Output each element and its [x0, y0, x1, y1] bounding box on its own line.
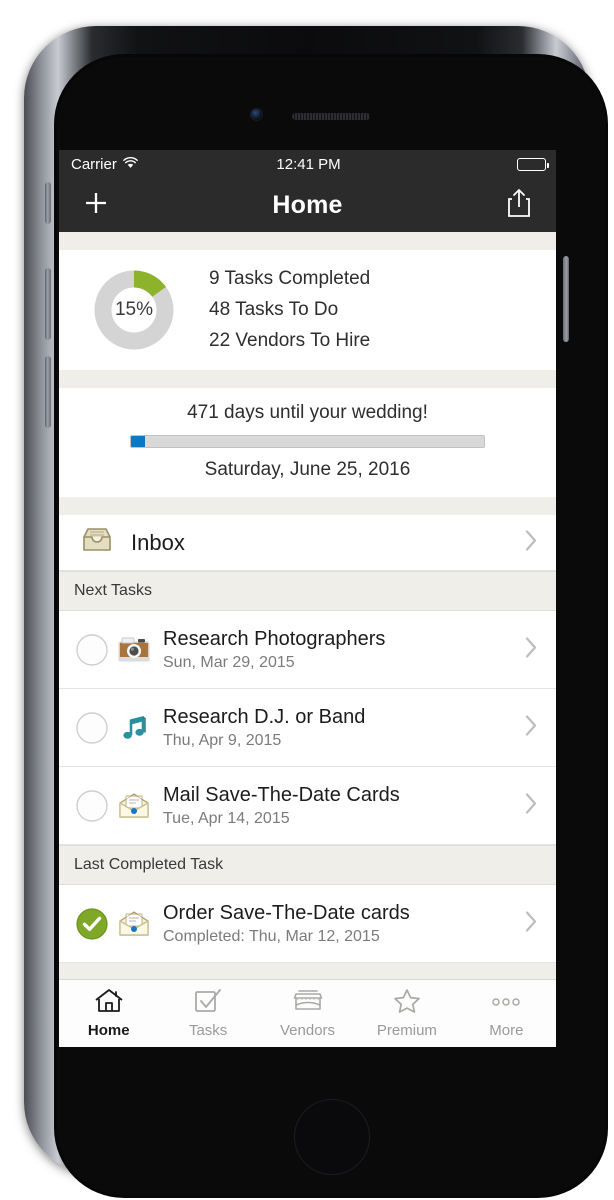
task-progress-donut-chart: 15%: [93, 269, 175, 351]
status-bar-right: [341, 157, 549, 171]
section-header-last-completed: Last Completed Task: [59, 845, 556, 885]
inbox-tray-icon: [81, 526, 113, 559]
tab-home[interactable]: Home: [59, 980, 158, 1047]
tab-tasks[interactable]: Tasks: [158, 980, 257, 1047]
power-button[interactable]: [563, 256, 569, 342]
task-title: Order Save-The-Date cards: [163, 901, 410, 924]
status-bar: Carrier 12:41 PM: [59, 150, 556, 178]
task-text-block: Mail Save-The-Date Cards Tue, Apr 14, 20…: [163, 784, 400, 828]
countdown-progress-bar: [130, 435, 485, 448]
chevron-right-icon: [525, 910, 538, 937]
table-row[interactable]: Order Save-The-Date cards Completed: Thu…: [59, 885, 556, 963]
share-button[interactable]: [504, 188, 534, 222]
task-due-date: Sun, Mar 29, 2015: [163, 653, 295, 671]
tab-label-tasks: Tasks: [188, 1022, 228, 1039]
donut-center-label: 15%: [114, 299, 154, 320]
share-icon: [507, 188, 531, 223]
chevron-right-icon: [525, 714, 538, 741]
task-due-date: Thu, Apr 9, 2015: [163, 731, 282, 749]
star-icon: [393, 988, 421, 1019]
table-row[interactable]: Mail Save-The-Date Cards Tue, Apr 14, 20…: [59, 767, 556, 845]
inbox-row[interactable]: Inbox: [59, 515, 556, 571]
home-button[interactable]: [294, 1099, 370, 1175]
inbox-label: Inbox: [131, 529, 185, 555]
task-checkbox-unchecked[interactable]: [75, 711, 109, 745]
volume-up-button[interactable]: [45, 268, 51, 340]
page-title: Home: [272, 190, 343, 219]
ellipsis-icon: [489, 988, 523, 1019]
front-camera-icon: [250, 108, 263, 121]
house-icon: [94, 988, 124, 1019]
music-note-icon: [117, 711, 151, 745]
summary-card: 15% 9 Tasks Completed 48 Tasks To Do 22 …: [59, 250, 556, 370]
countdown-headline: 471 days until your wedding!: [187, 402, 428, 423]
tab-premium[interactable]: Premium: [357, 980, 456, 1047]
task-title: Research D.J. or Band: [163, 705, 366, 728]
wedding-date-label: Saturday, June 25, 2016: [204, 459, 411, 480]
stat-vendors-to-hire: 22 Vendors To Hire: [209, 330, 371, 351]
camera-icon: [117, 633, 151, 667]
tab-label-premium: Premium: [376, 1022, 437, 1039]
envelope-icon: [117, 789, 151, 823]
tab-more[interactable]: More: [457, 980, 556, 1047]
spacer-top: [59, 232, 556, 250]
donut-chart-wrapper: 15%: [59, 269, 209, 351]
task-checkbox-checked[interactable]: [75, 907, 109, 941]
task-text-block: Order Save-The-Date cards Completed: Thu…: [163, 902, 410, 946]
task-due-date: Tue, Apr 14, 2015: [163, 809, 290, 827]
chevron-right-icon: [525, 529, 538, 556]
task-title: Mail Save-The-Date Cards: [163, 783, 400, 806]
tab-label-more: More: [489, 1022, 524, 1039]
status-bar-time: 12:41 PM: [276, 155, 341, 173]
tab-label-home: Home: [87, 1022, 130, 1039]
tab-vendors[interactable]: Vendors: [258, 980, 357, 1047]
tab-bar: Home Tasks Vendors Premium More: [59, 979, 556, 1047]
chevron-right-icon: [525, 636, 538, 663]
status-bar-left: Carrier: [71, 156, 276, 173]
table-row[interactable]: Research Photographers Sun, Mar 29, 2015: [59, 611, 556, 689]
main-content: 15% 9 Tasks Completed 48 Tasks To Do 22 …: [59, 232, 556, 979]
spacer-after-countdown: [59, 497, 556, 515]
task-checkbox-unchecked[interactable]: [75, 789, 109, 823]
wifi-icon: [122, 156, 138, 173]
section-header-next-tasks: Next Tasks: [59, 571, 556, 611]
volume-down-button[interactable]: [45, 356, 51, 428]
task-completed-date: Completed: Thu, Mar 12, 2015: [163, 927, 380, 945]
earpiece-speaker-icon: [292, 113, 370, 120]
spacer-bottom: [59, 963, 556, 975]
mute-switch[interactable]: [45, 182, 51, 224]
tab-label-vendors: Vendors: [279, 1022, 336, 1039]
task-text-block: Research Photographers Sun, Mar 29, 2015: [163, 628, 385, 672]
navigation-bar: Home: [59, 178, 556, 232]
envelope-icon: [117, 907, 151, 941]
summary-stats-list: 9 Tasks Completed 48 Tasks To Do 22 Vend…: [209, 268, 370, 352]
task-checkbox-unchecked[interactable]: [75, 633, 109, 667]
storefront-icon: [293, 988, 323, 1019]
wedding-countdown-card: 471 days until your wedding! Saturday, J…: [59, 388, 556, 497]
stat-tasks-completed: 9 Tasks Completed: [209, 268, 371, 289]
stat-tasks-todo: 48 Tasks To Do: [209, 299, 339, 320]
countdown-progress-fill: [131, 436, 146, 447]
chevron-right-icon: [525, 792, 538, 819]
checkbox-icon: [194, 988, 222, 1019]
table-row[interactable]: Research D.J. or Band Thu, Apr 9, 2015: [59, 689, 556, 767]
spacer-after-summary: [59, 370, 556, 388]
battery-full-icon: [517, 157, 549, 171]
task-title: Research Photographers: [163, 627, 386, 650]
phone-screen: Carrier 12:41 PM Home 15% 9 Tasks Comple…: [59, 150, 556, 1047]
carrier-label: Carrier: [71, 155, 117, 173]
task-text-block: Research D.J. or Band Thu, Apr 9, 2015: [163, 706, 365, 750]
